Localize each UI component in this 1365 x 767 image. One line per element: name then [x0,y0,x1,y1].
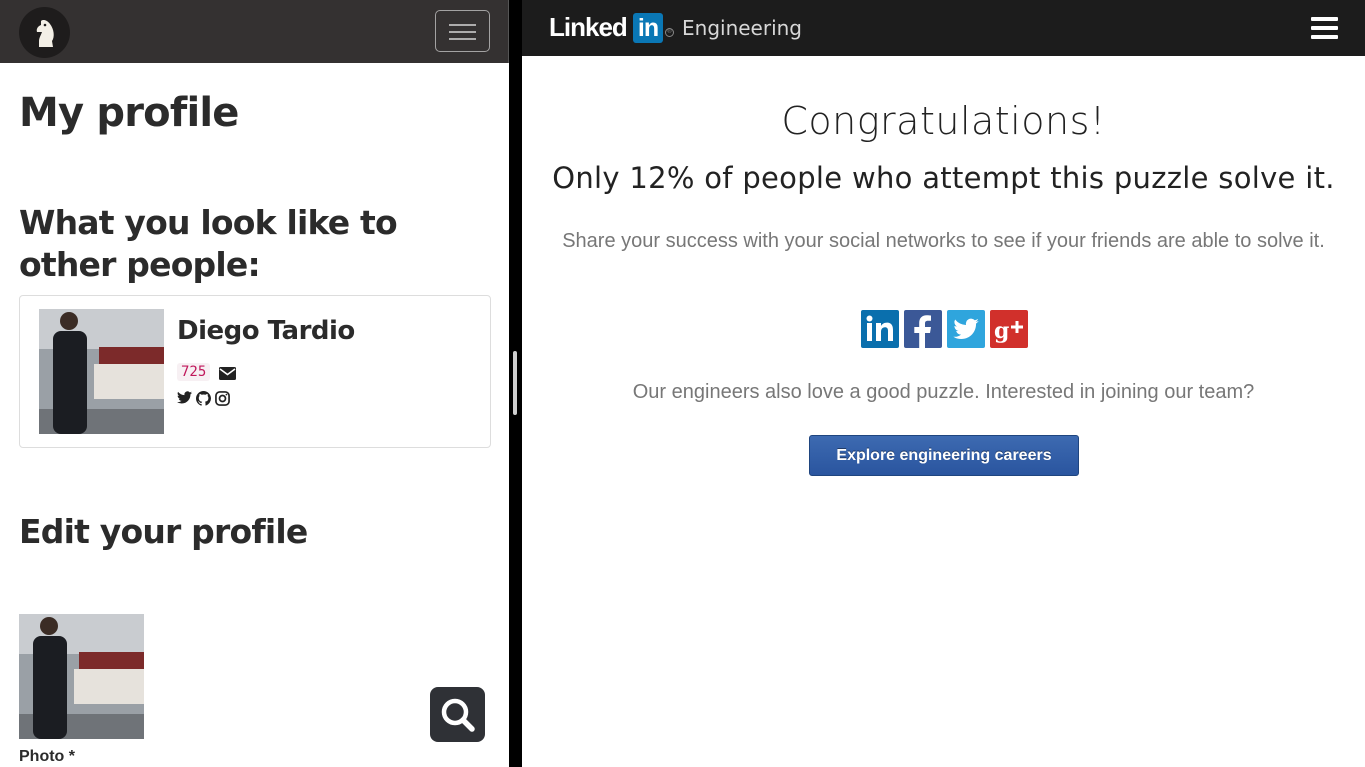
envelope-icon[interactable] [219,367,236,385]
photo-field-label: Photo * [19,748,75,765]
success-rate-text: Only 12% of people who attempt this puzz… [552,161,1335,195]
edit-profile-photo[interactable] [19,614,144,739]
hamburger-menu-icon[interactable] [1311,17,1338,39]
google-plus-share-icon[interactable]: g [990,310,1028,348]
linkedin-in-logo[interactable]: in [633,13,663,43]
search-button[interactable] [430,687,485,742]
twitter-icon[interactable] [177,391,192,409]
brand-section[interactable]: Engineering [682,16,802,40]
profile-name: Diego Tardio [177,316,355,346]
profile-photo [39,309,164,434]
linkedin-navbar: Linked in ® Engineering [522,0,1365,56]
share-text: Share your success with your social netw… [562,230,1325,252]
explore-careers-button[interactable]: Explore engineering careers [809,435,1079,476]
divider-drag-handle[interactable] [513,351,517,415]
page-title: My profile [19,90,239,136]
registered-mark: ® [665,28,674,37]
edit-heading: Edit your profile [19,512,308,551]
twitter-share-icon[interactable] [947,310,985,348]
svg-text:g: g [994,318,1009,344]
navbar [0,0,509,63]
github-icon[interactable] [196,391,211,411]
split-divider[interactable] [509,0,522,767]
right-pane: Linked in ® Engineering Congratulations!… [522,0,1365,767]
instagram-icon[interactable] [215,391,230,411]
search-icon [441,698,475,732]
score-badge: 725 [177,363,211,381]
preview-heading: What you look like to other people: [19,203,398,284]
social-share-buttons: g [861,310,1031,348]
linkedin-share-icon[interactable] [861,310,899,348]
left-pane: My profile What you look like to other p… [0,0,509,767]
facebook-share-icon[interactable] [904,310,942,348]
engineers-text: Our engineers also love a good puzzle. I… [632,381,1255,403]
chess-knight-logo-icon[interactable] [19,7,70,58]
navbar-toggle-button[interactable] [435,10,490,52]
profile-card: Diego Tardio 725 [19,295,491,448]
brand-wordmark[interactable]: Linked [549,12,628,43]
congrats-heading: Congratulations! [781,99,1106,143]
